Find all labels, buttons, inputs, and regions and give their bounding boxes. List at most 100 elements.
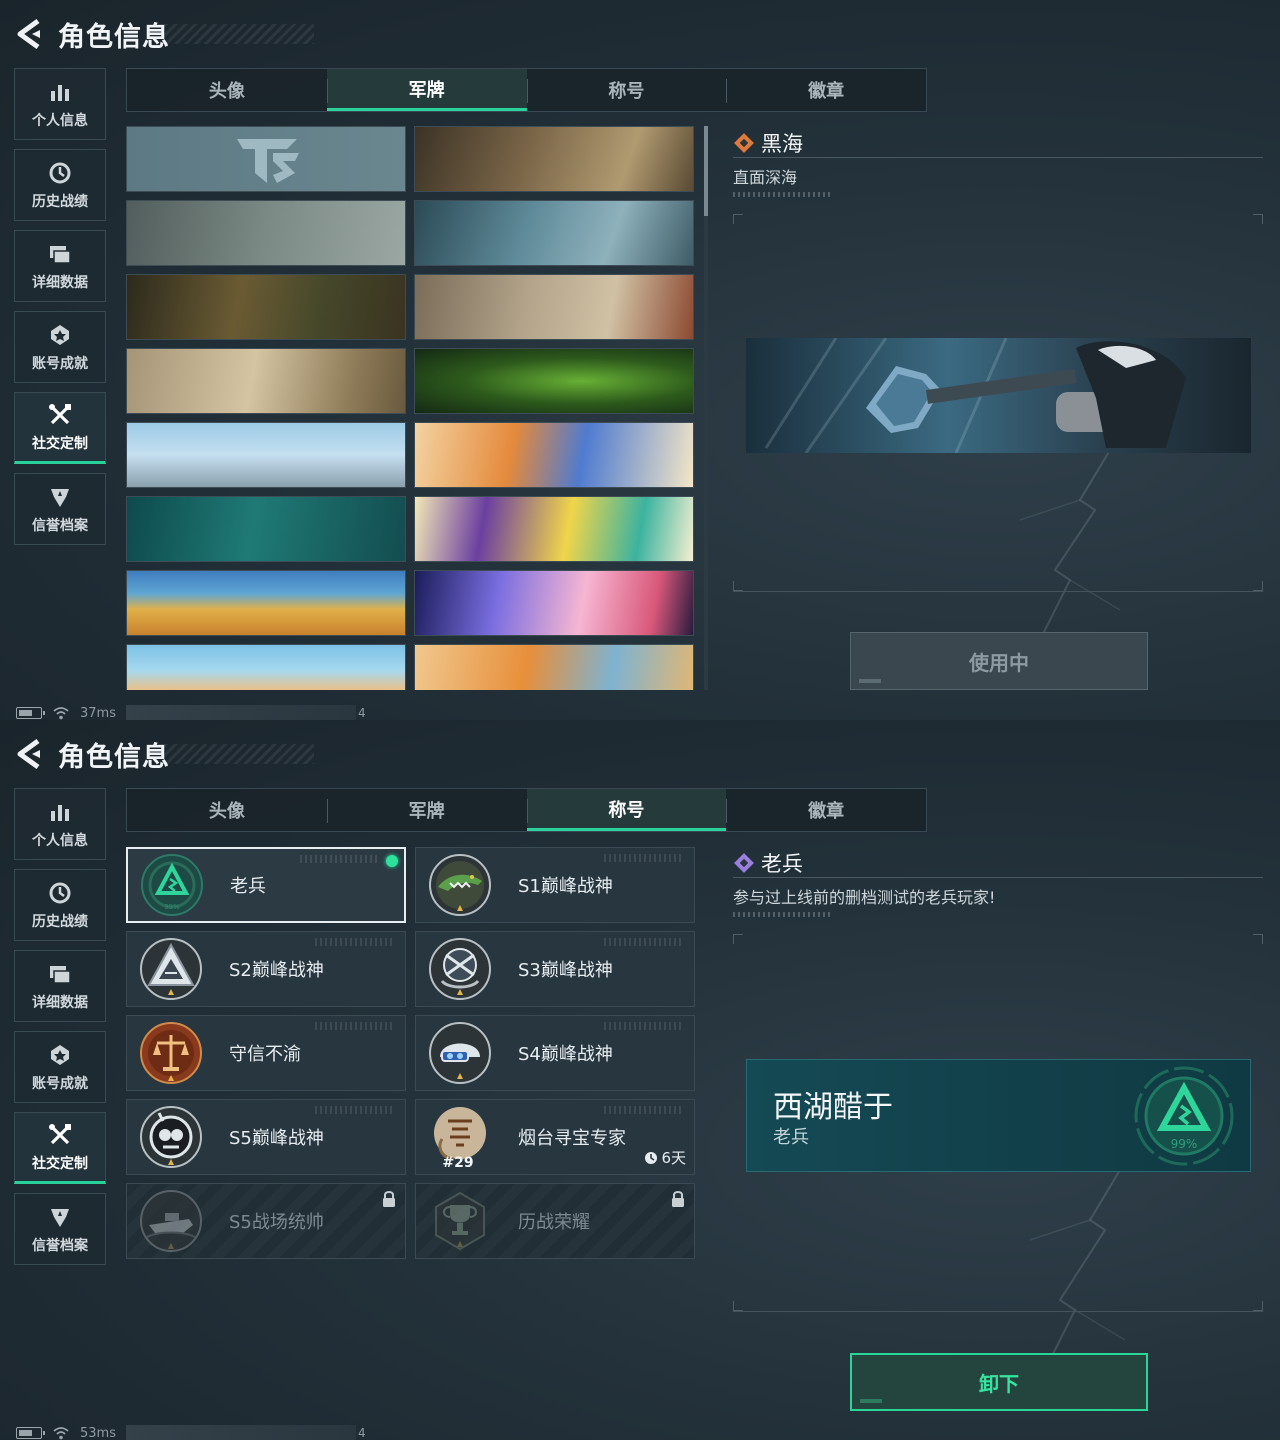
sidebar-item-label: 信誉档案	[32, 517, 88, 534]
server-info-number: 4	[357, 706, 366, 720]
header-decoration	[164, 24, 314, 44]
sidebar-item-detailed-data[interactable]: 详细数据	[14, 950, 106, 1022]
nameplate-item[interactable]	[126, 274, 406, 340]
boat-emblem-icon	[140, 1190, 202, 1252]
sidebar-item-reputation[interactable]: 信誉档案	[14, 1193, 106, 1265]
nameplate-item[interactable]	[414, 126, 694, 192]
tab-nameplate[interactable]: 军牌	[326, 69, 527, 111]
nameplate-item[interactable]	[414, 200, 694, 266]
title-name: S5巅峰战神	[229, 1128, 324, 1149]
nameplate-item[interactable]	[414, 422, 694, 488]
nameplate-item[interactable]	[126, 200, 406, 266]
tab-badge[interactable]: 徽章	[726, 789, 926, 831]
nameplate-item[interactable]	[126, 570, 406, 636]
sidebar-item-achievements[interactable]: 账号成就	[14, 311, 106, 383]
title-card-s4[interactable]: S4巅峰战神	[415, 1015, 695, 1091]
detail-name: 黑海	[761, 131, 803, 156]
sidebar-item-personal-info[interactable]: 个人信息	[14, 68, 106, 140]
title-card-battle-glory[interactable]: 历战荣耀	[415, 1183, 695, 1259]
veteran-emblem-icon: 99%	[141, 854, 203, 916]
sidebar-item-label: 历史战绩	[32, 913, 88, 930]
button-decoration	[859, 679, 881, 683]
tab-avatar[interactable]: 头像	[127, 789, 327, 831]
title-card-veteran[interactable]: 99% 老兵	[126, 847, 406, 923]
card-decoration	[604, 854, 684, 862]
nameplate-item[interactable]	[126, 348, 406, 414]
title-card-s2[interactable]: S2巅峰战神	[126, 931, 406, 1007]
tab-badge[interactable]: 徽章	[726, 69, 926, 111]
sidebar-item-social-customization[interactable]: 社交定制	[14, 1112, 106, 1184]
nameplate-item[interactable]	[126, 496, 406, 562]
card-decoration	[315, 1022, 395, 1030]
scrollbar-thumb[interactable]	[704, 126, 708, 216]
sidebar-item-detailed-data[interactable]: 详细数据	[14, 230, 106, 302]
bar-chart-icon	[47, 799, 73, 825]
scrollbar[interactable]	[704, 126, 708, 690]
sidebar: 个人信息 历史战绩 详细数据 账号成就 社交定制 信誉档案	[14, 68, 106, 554]
sidebar-item-label: 详细数据	[32, 274, 88, 291]
header: 角色信息	[14, 14, 314, 54]
sidebar-item-history[interactable]: 历史战绩	[14, 869, 106, 941]
nameplate-preview[interactable]	[746, 338, 1251, 453]
tab-title[interactable]: 称号	[526, 69, 727, 111]
title-name: S1巅峰战神	[518, 876, 613, 897]
svg-text:99%: 99%	[1171, 1137, 1198, 1151]
back-button[interactable]	[14, 17, 44, 51]
tools-icon	[47, 1122, 73, 1148]
nameplate-item[interactable]	[126, 422, 406, 488]
back-button[interactable]	[14, 737, 44, 771]
crocodile-emblem-icon	[429, 854, 491, 916]
axe-artwork-icon	[746, 338, 1251, 453]
banner-player-name: 西湖醋于	[773, 1090, 893, 1125]
detail-header: 黑海 直面深海	[733, 128, 1263, 197]
title-card-trustworthy[interactable]: 守信不渝	[126, 1015, 406, 1091]
tools-icon	[47, 402, 73, 428]
nameplate-item[interactable]	[414, 274, 694, 340]
unequip-button[interactable]: 卸下	[850, 1353, 1148, 1411]
header: 角色信息	[14, 734, 314, 774]
nameplate-item[interactable]	[414, 496, 694, 562]
title-card-s5-commander[interactable]: S5战场统帅	[126, 1183, 406, 1259]
nameplate-item[interactable]	[126, 126, 406, 192]
tab-bar: 头像 军牌 称号 徽章	[126, 68, 927, 112]
status-bar: 37ms 4	[16, 704, 366, 720]
card-decoration	[315, 938, 395, 946]
sidebar-item-label: 账号成就	[32, 355, 88, 372]
detail-description: 参与过上线前的删档测试的老兵玩家!	[733, 888, 996, 907]
sidebar-item-history[interactable]: 历史战绩	[14, 149, 106, 221]
banner-title-name: 老兵	[773, 1127, 809, 1148]
server-info-strip	[125, 705, 356, 720]
title-name: 历战荣耀	[518, 1212, 590, 1233]
battery-icon	[16, 707, 45, 719]
nameplate-item[interactable]	[126, 644, 406, 690]
nameplate-item[interactable]	[414, 644, 694, 690]
title-card-s3[interactable]: S3巅峰战神	[415, 931, 695, 1007]
tab-avatar[interactable]: 头像	[127, 69, 327, 111]
expiry-timer: 6天	[644, 1147, 686, 1168]
nameplate-item[interactable]	[414, 570, 694, 636]
title-name: S3巅峰战神	[518, 960, 613, 981]
latency-readout: 37ms	[80, 705, 116, 721]
wifi-icon	[53, 1427, 69, 1440]
sidebar-item-personal-info[interactable]: 个人信息	[14, 788, 106, 860]
sidebar-item-reputation[interactable]: 信誉档案	[14, 473, 106, 545]
in-use-button[interactable]: 使用中	[850, 632, 1148, 690]
tab-title[interactable]: 称号	[526, 789, 727, 831]
title-card-s1[interactable]: S1巅峰战神	[415, 847, 695, 923]
title-card-s5[interactable]: S5巅峰战神	[126, 1099, 406, 1175]
detail-decoration	[733, 192, 833, 197]
veteran-emblem-icon: 99%	[1134, 1066, 1234, 1166]
seal-emblem-icon: #29	[434, 1107, 486, 1169]
sidebar-item-social-customization[interactable]: 社交定制	[14, 392, 106, 464]
title-card-yantai[interactable]: #29 烟台寻宝专家 6天	[415, 1099, 695, 1175]
folder-icon	[47, 961, 73, 987]
nameplate-grid	[126, 126, 696, 690]
sidebar-item-label: 社交定制	[32, 435, 88, 452]
nameplate-item[interactable]	[414, 348, 694, 414]
unequip-button-label: 卸下	[979, 1371, 1019, 1396]
title-name: 守信不渝	[229, 1044, 301, 1065]
battery-icon	[16, 1427, 45, 1439]
sidebar-item-achievements[interactable]: 账号成就	[14, 1031, 106, 1103]
tab-nameplate[interactable]: 军牌	[326, 789, 527, 831]
latency-readout: 53ms	[80, 1425, 116, 1440]
